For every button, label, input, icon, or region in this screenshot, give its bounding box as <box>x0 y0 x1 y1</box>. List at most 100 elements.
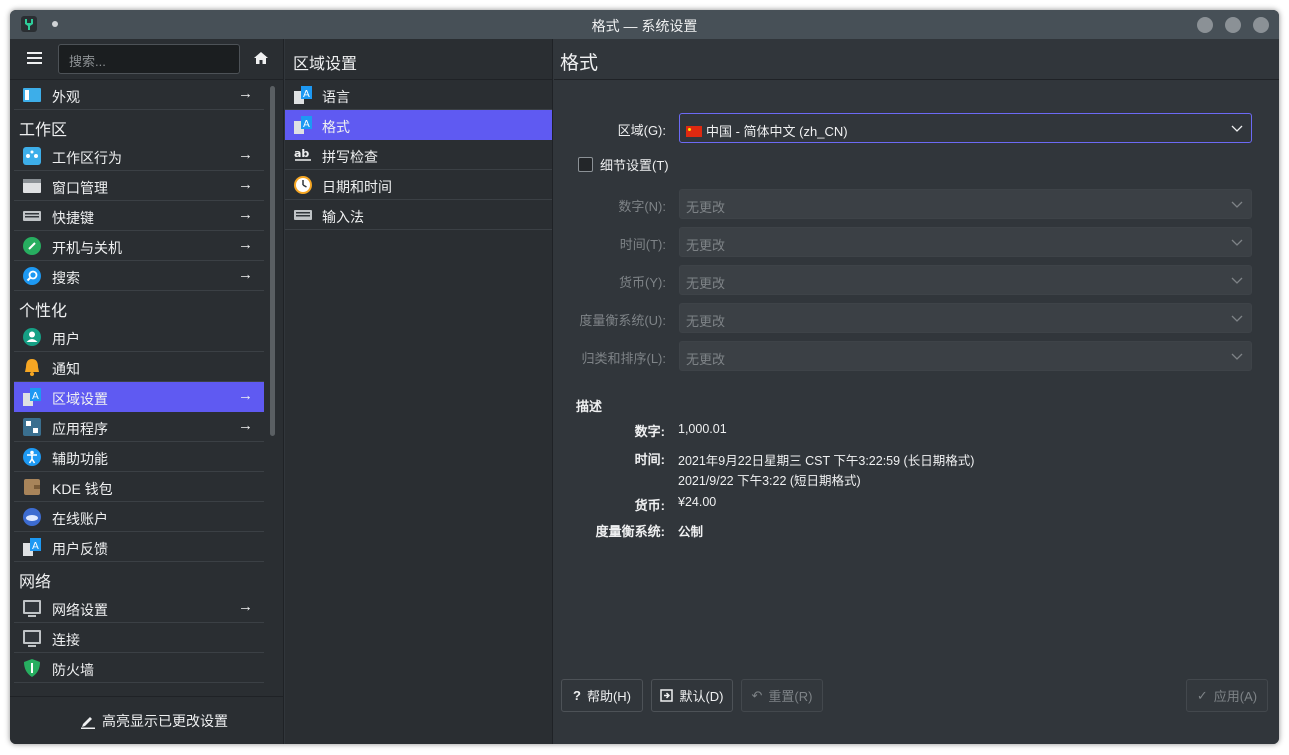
sidebar-item[interactable]: 用户 <box>14 322 264 352</box>
arrow-right-icon: → <box>238 598 253 615</box>
reset-button[interactable]: ↶ 重置(R) <box>741 679 823 712</box>
sidebar-category-heading: 个性化 <box>19 303 68 320</box>
sidebar-item[interactable]: 外观 → <box>14 80 264 110</box>
home-icon[interactable] <box>253 50 269 66</box>
sidebar-item[interactable]: 连接 <box>14 623 264 653</box>
region-value: 中国 - 简体中文 (zh_CN) <box>706 124 848 139</box>
detail-field-value: 无更改 <box>686 352 726 367</box>
search-input[interactable]: 搜索... <box>58 44 240 74</box>
svg-text:ab: ab <box>294 147 309 160</box>
page-title: 格式 <box>554 39 1279 80</box>
sidebar-item[interactable]: A 用户反馈 <box>14 532 264 562</box>
title-bar: 格式 — 系统设置 <box>10 10 1279 39</box>
arrow-right-icon: → <box>238 85 253 102</box>
sidebar-item-label: 窗口管理 <box>52 180 108 196</box>
sidebar-item[interactable]: 搜索 → <box>14 261 264 291</box>
clock-icon <box>294 176 312 194</box>
detail-field-combobox[interactable]: 无更改 <box>679 341 1252 371</box>
appearance-icon <box>23 88 41 102</box>
svg-text:A: A <box>32 391 39 402</box>
category-item-label: 格式 <box>322 119 350 135</box>
checkmark-icon: ✓ <box>1196 687 1208 703</box>
sidebar-item[interactable]: 防火墙 <box>14 653 264 683</box>
sidebar: 搜索... 外观 → 工作区 工作区行为 → 窗口管理 → 快捷键 → 开机与关机 → 搜索 → 个性化用… <box>10 39 284 744</box>
bell-icon <box>25 359 39 376</box>
detail-settings-checkbox[interactable]: 细节设置(T) <box>578 155 669 174</box>
apply-button-label: 应用(A) <box>1213 689 1258 704</box>
apply-button[interactable]: ✓ 应用(A) <box>1186 679 1268 712</box>
sidebar-item[interactable]: A 区域设置 → <box>14 382 264 412</box>
sidebar-scrollbar[interactable] <box>270 86 275 436</box>
user-icon <box>23 328 41 346</box>
desc-measure-value: 公制 <box>678 525 704 539</box>
category-item-label: 输入法 <box>322 209 364 225</box>
sidebar-item-label: 用户 <box>52 331 80 347</box>
sidebar-item[interactable]: 通知 <box>14 352 264 382</box>
firewall-icon <box>24 659 40 677</box>
category-item[interactable]: A 语言 <box>285 80 552 110</box>
sidebar-item[interactable]: 开机与关机 → <box>14 231 264 261</box>
desc-currency-value: ¥24.00 <box>678 495 717 509</box>
category-item-label: 拼写检查 <box>322 149 378 165</box>
detail-field-combobox[interactable]: 无更改 <box>679 227 1252 257</box>
formats-page: 格式 区域(G): 中国 - 简体中文 (zh_CN) 细节设置(T) 数字(N… <box>554 39 1279 744</box>
detail-field-combobox[interactable]: 无更改 <box>679 189 1252 219</box>
region-combobox[interactable]: 中国 - 简体中文 (zh_CN) <box>679 113 1252 143</box>
sidebar-item-label: 通知 <box>52 361 80 377</box>
close-button[interactable] <box>1253 17 1269 33</box>
desc-currency-label: 货币: <box>634 498 665 513</box>
sidebar-category-heading: 工作区 <box>19 122 68 139</box>
sidebar-item-label: 连接 <box>52 632 80 648</box>
detail-field-label: 度量衡系统(U): <box>579 313 666 328</box>
category-item-label: 日期和时间 <box>322 179 392 195</box>
sidebar-item[interactable]: 窗口管理 → <box>14 171 264 201</box>
chevron-down-icon <box>1231 277 1243 284</box>
minimize-button[interactable] <box>1197 17 1213 33</box>
sidebar-item[interactable]: 快捷键 → <box>14 201 264 231</box>
chevron-down-icon <box>1231 125 1243 132</box>
hamburger-menu-icon[interactable] <box>27 52 42 65</box>
defaults-button[interactable]: 默认(D) <box>651 679 733 712</box>
detail-field-combobox[interactable]: 无更改 <box>679 303 1252 333</box>
sidebar-item-label: 开机与关机 <box>52 240 122 256</box>
chevron-down-icon <box>1231 239 1243 246</box>
sidebar-footer: 高亮显示已更改设置 <box>10 696 284 744</box>
category-item[interactable]: 输入法 <box>285 200 552 230</box>
category-item-label: 语言 <box>322 89 350 105</box>
region-label: 区域(G): <box>617 123 666 138</box>
detail-field-label: 归类和排序(L): <box>581 351 666 366</box>
highlight-changed-button[interactable]: 高亮显示已更改设置 <box>80 711 228 731</box>
category-item[interactable]: 日期和时间 <box>285 170 552 200</box>
sidebar-item[interactable]: 在线账户 <box>14 502 264 532</box>
sidebar-item[interactable]: 网络设置 → <box>14 593 264 623</box>
arrow-right-icon: → <box>238 387 253 404</box>
category-item[interactable]: A 格式 <box>285 110 552 140</box>
svg-text:A: A <box>32 541 39 552</box>
sidebar-item-label: 快捷键 <box>52 210 94 226</box>
reset-button-label: 重置(R) <box>768 689 813 704</box>
arrow-right-icon: → <box>238 266 253 283</box>
sidebar-item[interactable]: 辅助功能 <box>14 442 264 472</box>
sidebar-item-label: 辅助功能 <box>52 451 108 467</box>
language-icon: A <box>294 86 312 104</box>
sidebar-list: 外观 → 工作区 工作区行为 → 窗口管理 → 快捷键 → 开机与关机 → 搜索 → 个性化 用户 通知 A 区域… <box>10 80 264 696</box>
maximize-button[interactable] <box>1225 17 1241 33</box>
settings-window: 格式 — 系统设置 搜索... 外观 → 工作区 工作区行为 → 窗口管理 → 快捷键 → 开机与… <box>10 10 1279 744</box>
category-panel: 区域设置 A 语言 A 格式 ab 拼写检查 日期和时间 输入法 <box>285 39 553 744</box>
window-management-icon <box>23 179 41 193</box>
sidebar-item-label: 在线账户 <box>52 511 108 527</box>
formats-icon: A <box>294 116 312 134</box>
sidebar-item[interactable]: 应用程序 → <box>14 412 264 442</box>
category-item[interactable]: ab 拼写检查 <box>285 140 552 170</box>
help-icon: ? <box>573 688 581 703</box>
svg-text:A: A <box>303 89 310 100</box>
sidebar-item[interactable]: 工作区行为 → <box>14 141 264 171</box>
detail-field-combobox[interactable]: 无更改 <box>679 265 1252 295</box>
help-button[interactable]: ? 帮助(H) <box>561 679 643 712</box>
china-flag-icon <box>686 126 702 137</box>
detail-field-value: 无更改 <box>686 276 726 291</box>
arrow-right-icon: → <box>238 176 253 193</box>
svg-text:A: A <box>303 119 310 130</box>
sidebar-item[interactable]: KDE 钱包 <box>14 472 264 502</box>
detail-field-label: 货币(Y): <box>619 275 666 290</box>
